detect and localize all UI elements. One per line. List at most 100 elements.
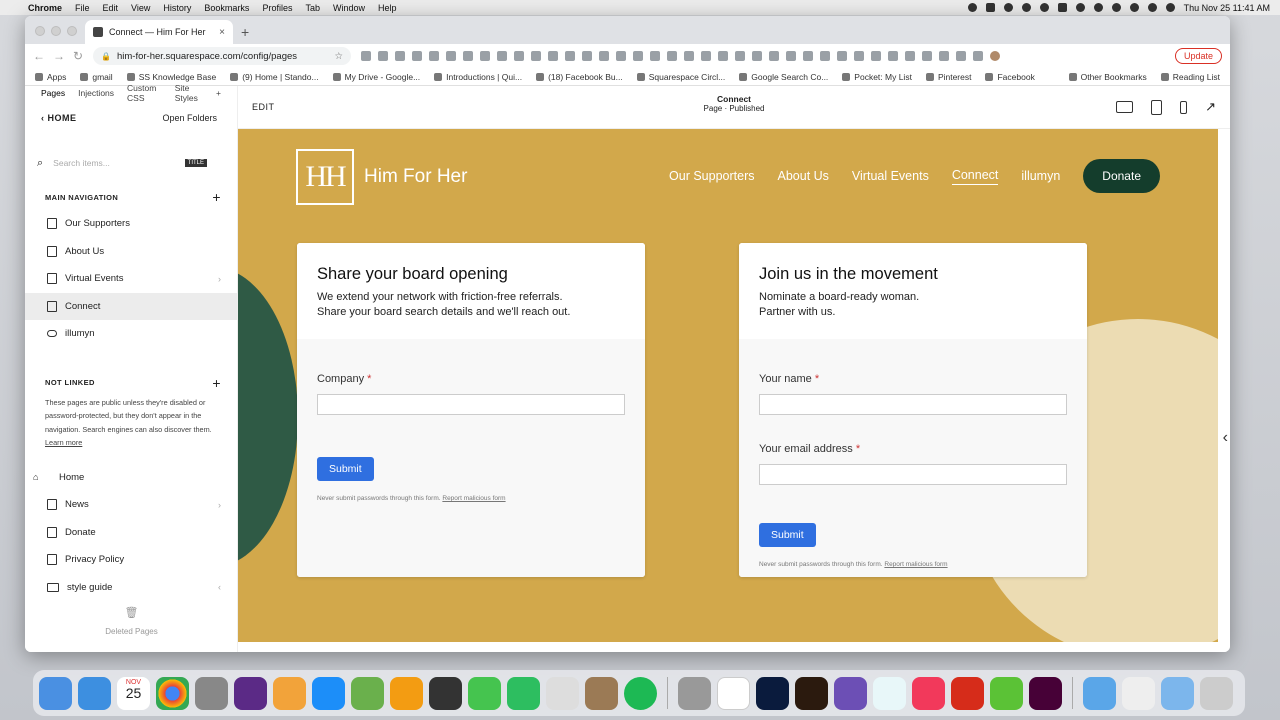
- calendar-icon[interactable]: NOV 25: [117, 676, 150, 710]
- extension-icon[interactable]: [837, 51, 847, 61]
- notion-icon[interactable]: [717, 676, 750, 710]
- new-tab-icon[interactable]: +: [241, 24, 249, 40]
- back-icon[interactable]: ←: [33, 49, 45, 63]
- slack-icon[interactable]: [234, 676, 267, 710]
- sidebar-item-news[interactable]: News ›: [25, 491, 237, 519]
- sketch-icon[interactable]: [990, 676, 1023, 710]
- deleted-pages[interactable]: 🗑 Deleted Pages: [25, 606, 238, 636]
- menu-view[interactable]: View: [131, 3, 150, 13]
- menu-profiles[interactable]: Profiles: [262, 3, 292, 13]
- wifi-icon[interactable]: [1111, 3, 1121, 12]
- control-center-icon[interactable]: [1165, 3, 1175, 12]
- lock-icon[interactable]: 🔒: [101, 52, 111, 61]
- zoom-window-button[interactable]: [67, 26, 77, 36]
- extension-icon[interactable]: [803, 51, 813, 61]
- battery-icon[interactable]: [1129, 3, 1139, 12]
- tray-icon[interactable]: [1003, 3, 1013, 12]
- bookmark-item[interactable]: My Drive - Google...: [332, 72, 420, 82]
- extension-icon[interactable]: [480, 51, 490, 61]
- textedit-icon[interactable]: [546, 676, 579, 710]
- extension-icon[interactable]: [854, 51, 864, 61]
- bookmark-star-icon[interactable]: ☆: [334, 51, 343, 62]
- close-window-button[interactable]: [35, 26, 45, 36]
- menu-app-name[interactable]: Chrome: [28, 3, 62, 13]
- add-page-icon[interactable]: +: [212, 375, 221, 391]
- xd-icon[interactable]: [1029, 676, 1062, 710]
- bbedit-icon[interactable]: [834, 676, 867, 710]
- bookmark-item[interactable]: Pinterest: [925, 72, 971, 82]
- nav-illumyn[interactable]: illumyn: [1021, 169, 1060, 183]
- menu-window[interactable]: Window: [333, 3, 365, 13]
- downloads-folder-icon[interactable]: [1161, 676, 1194, 710]
- sidebar-item-donate[interactable]: Donate: [25, 519, 237, 547]
- search-filter-badge[interactable]: TITLE: [184, 159, 207, 167]
- search-icon[interactable]: [1147, 3, 1157, 12]
- report-form-link[interactable]: Report malicious form: [442, 495, 505, 502]
- bookmark-item[interactable]: gmail: [80, 72, 113, 82]
- bookmark-item[interactable]: Apps: [35, 72, 66, 82]
- bookmark-item[interactable]: SS Knowledge Base: [126, 72, 216, 82]
- sidebar-item-privacy-policy[interactable]: Privacy Policy: [25, 546, 237, 574]
- spotify-icon[interactable]: [624, 676, 657, 710]
- submit-button[interactable]: Submit: [317, 457, 374, 481]
- webflow-icon[interactable]: [873, 676, 906, 710]
- extension-icon[interactable]: [412, 51, 422, 61]
- extension-icon[interactable]: [752, 51, 762, 61]
- bookmark-item[interactable]: Google Search Co...: [739, 72, 828, 82]
- extension-icon[interactable]: [582, 51, 592, 61]
- forward-icon[interactable]: →: [53, 49, 65, 63]
- mail-icon[interactable]: [78, 676, 111, 710]
- email-input[interactable]: [759, 464, 1067, 485]
- chrome-icon[interactable]: [156, 676, 189, 710]
- extension-icon[interactable]: [667, 51, 677, 61]
- keynote-icon[interactable]: [351, 676, 384, 710]
- nav-virtual-events[interactable]: Virtual Events: [852, 169, 929, 183]
- add-page-icon[interactable]: +: [212, 189, 221, 205]
- donate-button[interactable]: Donate: [1083, 159, 1160, 193]
- menu-file[interactable]: File: [75, 3, 90, 13]
- bridge-icon[interactable]: [795, 676, 828, 710]
- search-icon[interactable]: ⌕: [37, 157, 43, 170]
- extension-icon[interactable]: [786, 51, 796, 61]
- name-input[interactable]: [759, 394, 1067, 415]
- sidebar-item-virtual-events[interactable]: Virtual Events ›: [25, 265, 237, 293]
- extension-icon[interactable]: [922, 51, 932, 61]
- finder-icon[interactable]: [39, 676, 72, 710]
- submit-button[interactable]: Submit: [759, 523, 816, 547]
- menubar-clock[interactable]: Thu Nov 25 11:41 AM: [1184, 3, 1270, 13]
- extension-icon[interactable]: [735, 51, 745, 61]
- app-store-icon[interactable]: [312, 676, 345, 710]
- extension-icon[interactable]: [820, 51, 830, 61]
- extension-icon[interactable]: [905, 51, 915, 61]
- font-book-icon[interactable]: [678, 676, 711, 710]
- extension-icon[interactable]: [718, 51, 728, 61]
- reading-list[interactable]: Reading List: [1160, 72, 1220, 82]
- bookmark-item[interactable]: (9) Home | Stando...: [230, 72, 319, 82]
- extension-icon[interactable]: [633, 51, 643, 61]
- tray-icon[interactable]: [1039, 3, 1049, 12]
- bookmark-item[interactable]: Facebook: [985, 72, 1035, 82]
- browser-tab[interactable]: Connect — Him For Her ×: [85, 20, 233, 44]
- tray-icon[interactable]: [1075, 3, 1085, 12]
- address-bar[interactable]: 🔒 him-for-her.squarespace.com/config/pag…: [93, 47, 351, 65]
- document-icon[interactable]: [1122, 676, 1155, 710]
- photoshop-icon[interactable]: [756, 676, 789, 710]
- menu-bookmarks[interactable]: Bookmarks: [204, 3, 249, 13]
- site-logo[interactable]: HH Him For Her: [296, 149, 467, 205]
- printer-icon[interactable]: [429, 676, 462, 710]
- tab-site-styles[interactable]: Site Styles: [175, 83, 203, 103]
- nav-connect[interactable]: Connect: [951, 168, 999, 185]
- pages-icon[interactable]: [390, 676, 423, 710]
- extension-icon[interactable]: [956, 51, 966, 61]
- open-folders-button[interactable]: Open Folders: [162, 113, 217, 123]
- extensions-puzzle-icon[interactable]: [973, 51, 983, 61]
- nav-about-us[interactable]: About Us: [778, 169, 829, 183]
- back-home-button[interactable]: ‹ HOME: [41, 113, 77, 123]
- reload-icon[interactable]: ↻: [73, 49, 83, 63]
- bookmark-item[interactable]: Pocket: My List: [842, 72, 912, 82]
- other-bookmarks[interactable]: Other Bookmarks: [1068, 72, 1147, 82]
- trash-icon[interactable]: [1200, 676, 1233, 710]
- extension-icon[interactable]: [378, 51, 388, 61]
- close-tab-icon[interactable]: ×: [219, 27, 225, 38]
- extension-icon[interactable]: [769, 51, 779, 61]
